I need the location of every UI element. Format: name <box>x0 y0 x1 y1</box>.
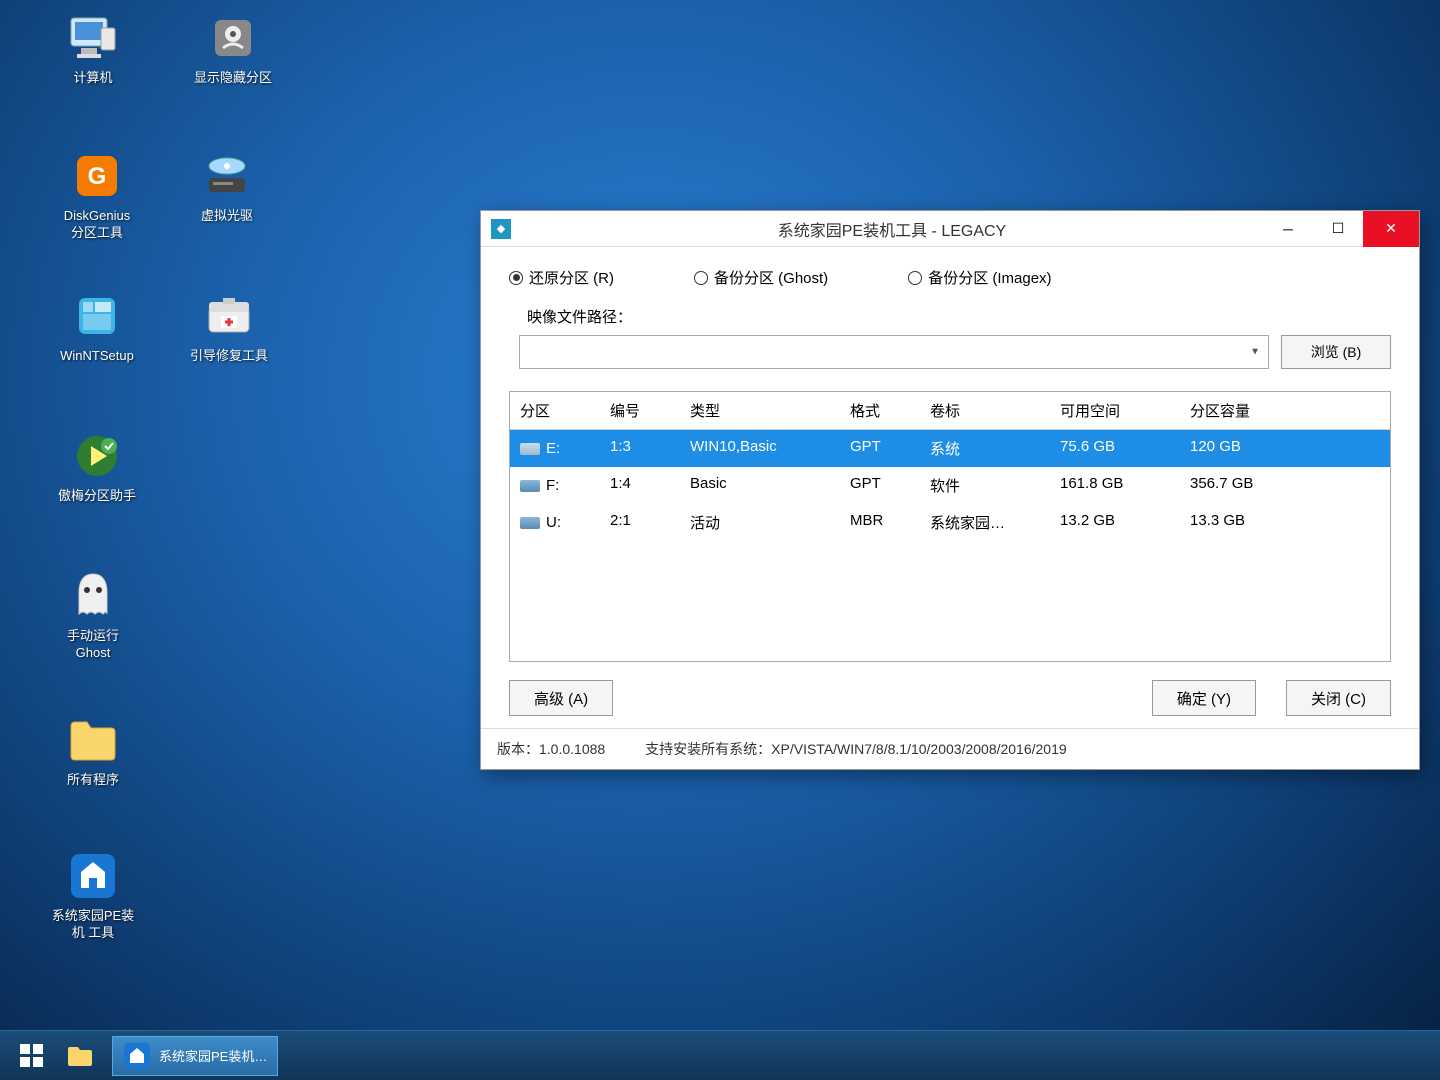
virtual-drive-icon <box>199 148 255 204</box>
advanced-button[interactable]: 高级 (A) <box>509 680 613 716</box>
aomei-icon <box>69 428 125 484</box>
image-path-dropdown[interactable]: ▼ <box>519 335 1269 369</box>
support-label: 支持安装所有系统：XP/VISTA/WIN7/8/8.1/10/2003/200… <box>645 739 1067 759</box>
taskbar-pe-tool[interactable]: 系统家园PE装机… <box>112 1036 278 1076</box>
pe-tool-window: ◆ 系统家园PE装机工具 - LEGACY ─ ☐ ✕ 还原分区 (R) 备份分… <box>480 210 1420 770</box>
chevron-down-icon: ▼ <box>1250 347 1260 358</box>
computer-icon <box>65 10 121 66</box>
desktop-icon-virtual-drive[interactable]: 虚拟光驱 <box>182 148 272 225</box>
image-path-label: 映像文件路径： <box>527 306 632 327</box>
radio-restore[interactable]: 还原分区 (R) <box>509 267 614 288</box>
folder-icon <box>66 1042 94 1070</box>
svg-text:G: G <box>88 163 107 190</box>
version-label: 版本：1.0.0.1088 <box>497 739 605 759</box>
folder-icon <box>65 712 121 768</box>
show-hidden-icon <box>205 10 261 66</box>
diskgenius-icon: G <box>69 148 125 204</box>
close-button[interactable]: ✕ <box>1363 211 1419 247</box>
desktop-icon-aomei[interactable]: 傲梅分区助手 <box>42 428 152 505</box>
table-row[interactable]: U:2:1活动MBR系统家园…13.2 GB13.3 GB <box>510 504 1390 541</box>
desktop-icon-diskgenius[interactable]: G DiskGenius 分区工具 <box>42 148 152 242</box>
pe-tool-icon <box>123 1042 151 1070</box>
radio-ghost[interactable]: 备份分区 (Ghost) <box>694 267 828 288</box>
close-window-button[interactable]: 关闭 (C) <box>1286 680 1391 716</box>
titlebar[interactable]: ◆ 系统家园PE装机工具 - LEGACY ─ ☐ ✕ <box>481 211 1419 247</box>
taskbar-file-explorer[interactable] <box>56 1036 112 1076</box>
start-button[interactable] <box>8 1036 56 1076</box>
table-row[interactable]: F:1:4BasicGPT软件161.8 GB356.7 GB <box>510 467 1390 504</box>
desktop-icon-computer[interactable]: 计算机 <box>48 10 138 87</box>
maximize-button[interactable]: ☐ <box>1313 211 1363 247</box>
desktop-icon-ghost[interactable]: 手动运行 Ghost <box>48 568 138 662</box>
desktop-icon-all-programs[interactable]: 所有程序 <box>48 712 138 789</box>
desktop-icon-show-hidden[interactable]: 显示隐藏分区 <box>178 10 288 87</box>
ghost-icon <box>65 568 121 624</box>
desktop-icon-boot-repair[interactable]: 引导修复工具 <box>174 288 284 365</box>
table-row[interactable]: E:1:3WIN10,BasicGPT系统75.6 GB120 GB <box>510 430 1390 467</box>
browse-button[interactable]: 浏览 (B) <box>1281 335 1391 369</box>
partition-table: 分区 编号 类型 格式 卷标 可用空间 分区容量 E:1:3WIN10,Basi… <box>509 391 1391 662</box>
minimize-button[interactable]: ─ <box>1263 211 1313 247</box>
winntsetup-icon <box>69 288 125 344</box>
disk-icon <box>520 443 540 455</box>
ok-button[interactable]: 确定 (Y) <box>1152 680 1256 716</box>
app-icon: ◆ <box>491 219 511 239</box>
pe-tool-icon <box>65 848 121 904</box>
disk-icon <box>520 480 540 492</box>
boot-repair-icon <box>201 288 257 344</box>
table-header: 分区 编号 类型 格式 卷标 可用空间 分区容量 <box>510 392 1390 430</box>
window-title: 系统家园PE装机工具 - LEGACY <box>521 217 1263 241</box>
desktop-icon-winntsetup[interactable]: WinNTSetup <box>42 288 152 365</box>
status-bar: 版本：1.0.0.1088 支持安装所有系统：XP/VISTA/WIN7/8/8… <box>481 728 1419 769</box>
radio-imagex[interactable]: 备份分区 (Imagex) <box>908 267 1051 288</box>
disk-icon <box>520 517 540 529</box>
desktop-icon-pe-tool[interactable]: 系统家园PE装 机 工具 <box>38 848 148 942</box>
taskbar: 系统家园PE装机… <box>0 1030 1440 1080</box>
